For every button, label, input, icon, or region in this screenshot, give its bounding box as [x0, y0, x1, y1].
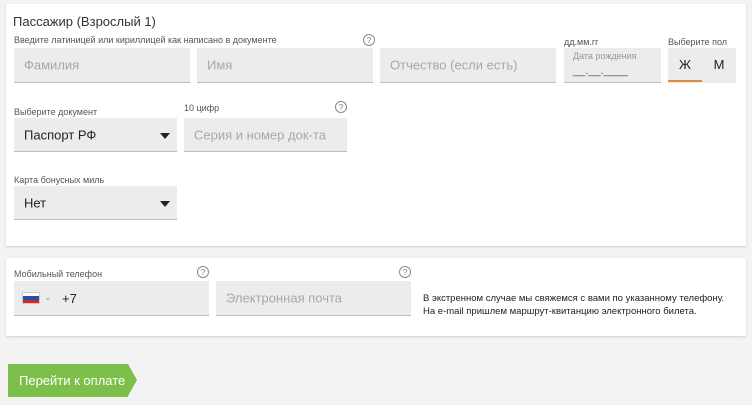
email-help-icon[interactable]: ?: [399, 266, 411, 278]
document-value: Паспорт РФ: [24, 127, 97, 142]
firstname-input[interactable]: Имя: [197, 48, 373, 83]
doc-label: Выберите документ: [14, 107, 98, 117]
middlename-input[interactable]: Отчество (если есть): [380, 48, 556, 83]
russia-flag-icon[interactable]: [22, 292, 40, 304]
document-number-input[interactable]: Серия и номер док-та: [184, 118, 347, 152]
contact-note-line1: В экстренном случае мы свяжемся с вами п…: [423, 293, 725, 304]
phone-label: Мобильный телефон: [14, 269, 103, 279]
phone-help-icon[interactable]: ?: [197, 266, 209, 278]
dob-mask: __.__.____: [573, 65, 629, 77]
document-number-placeholder: Серия и номер док-та: [194, 127, 326, 142]
dob-placeholder: Дата рождения: [573, 51, 637, 61]
document-select[interactable]: Паспорт РФ: [14, 118, 177, 152]
passenger-title: Пассажир (Взрослый 1): [13, 14, 156, 29]
passenger-card: Пассажир (Взрослый 1) Введите латиницей …: [6, 4, 746, 246]
gender-female-button[interactable]: Ж: [668, 48, 702, 82]
surname-placeholder: Фамилия: [24, 57, 80, 73]
contacts-card: Мобильный телефон ? ⌄ +7 ? Электронная п…: [6, 258, 746, 336]
contact-note: В экстренном случае мы свяжемся с вами п…: [423, 292, 733, 318]
chevron-down-icon: [160, 201, 170, 207]
go-to-payment-button[interactable]: Перейти к оплате: [8, 364, 128, 397]
gender-male-button[interactable]: М: [702, 48, 736, 82]
birthdate-input[interactable]: Дата рождения __.__.____: [564, 48, 661, 83]
dob-label: дд.мм.гг: [564, 37, 599, 47]
doc-number-help-icon[interactable]: ?: [335, 101, 347, 113]
miles-card-select[interactable]: Нет: [14, 186, 177, 220]
name-help-icon[interactable]: ?: [363, 34, 375, 46]
middlename-placeholder: Отчество (если есть): [390, 57, 518, 73]
chevron-down-icon[interactable]: ⌄: [44, 292, 52, 303]
chevron-down-icon: [160, 133, 170, 139]
surname-input[interactable]: Фамилия: [14, 48, 190, 83]
contact-note-line2: На e-mail пришлем маршрут-квитанцию элек…: [423, 306, 697, 317]
button-arrow-shape[interactable]: [128, 364, 137, 396]
gender-selector: Ж М: [668, 48, 736, 83]
firstname-placeholder: Имя: [207, 57, 233, 73]
miles-value: Нет: [24, 195, 47, 210]
doc-number-label: 10 цифр: [184, 103, 220, 113]
email-input[interactable]: Электронная почта: [216, 281, 411, 316]
email-placeholder: Электронная почта: [226, 290, 343, 306]
miles-label: Карта бонусных миль: [14, 175, 105, 185]
phone-prefix: +7: [62, 291, 77, 306]
phone-input[interactable]: ⌄ +7: [14, 281, 209, 316]
name-hint: Введите латиницей или кириллицей как нап…: [14, 35, 277, 45]
gender-label: Выберите пол: [668, 37, 728, 47]
